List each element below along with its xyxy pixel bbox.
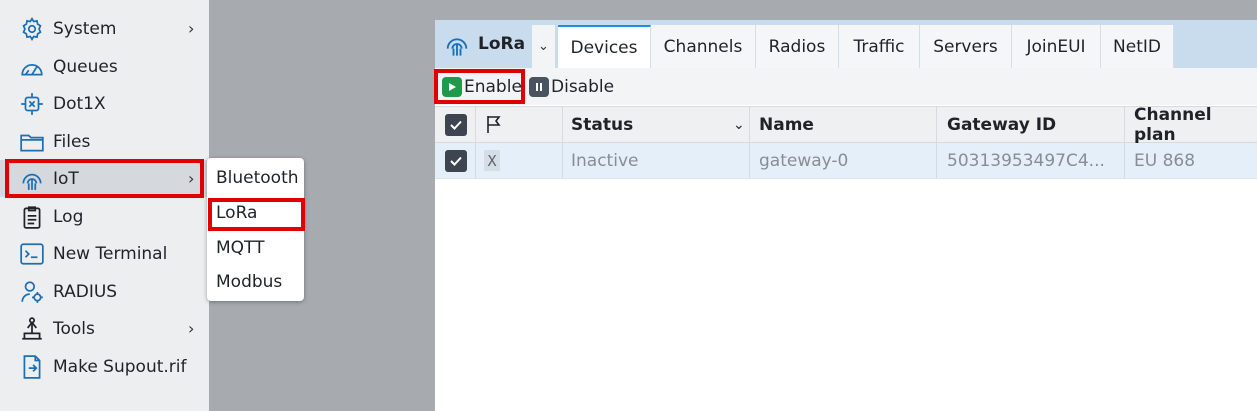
table-row[interactable]: X Inactive gateway-0 50313953497C4... EU…	[435, 143, 1257, 179]
column-separator	[936, 107, 937, 142]
sidebar-item-label: RADIUS	[53, 281, 118, 302]
submenu-item-modbus[interactable]: Modbus	[216, 272, 282, 292]
cell-status: Inactive	[571, 150, 639, 171]
cell-channel-plan: EU 868	[1134, 150, 1196, 171]
sidebar-item-iot[interactable]: IoT ›	[0, 160, 209, 197]
tab-label: NetID	[1113, 36, 1161, 57]
window-title-label: LoRa	[478, 34, 526, 54]
column-separator	[475, 143, 476, 178]
tab-label: Channels	[663, 36, 743, 57]
gauge-icon	[19, 54, 45, 80]
enable-label: Enable	[464, 77, 522, 97]
lora-window: LoRa ⌄ Devices Channels Radios Traffic S…	[435, 20, 1257, 411]
flag-icon	[484, 114, 504, 134]
column-header-name[interactable]: Name	[759, 107, 814, 142]
tab-bar: LoRa ⌄ Devices Channels Radios Traffic S…	[435, 20, 1257, 68]
sidebar-item-dot1x[interactable]: Dot1X	[0, 85, 209, 122]
submenu-item-lora[interactable]: LoRa	[216, 203, 257, 223]
tab-label: Traffic	[853, 36, 905, 57]
column-header-channel-plan[interactable]: Channel plan	[1134, 105, 1257, 145]
chevron-right-icon: ›	[188, 169, 195, 188]
submenu-item-bluetooth[interactable]: Bluetooth	[216, 168, 299, 188]
sidebar-item-label: Tools	[53, 318, 95, 339]
iot-submenu: Bluetooth LoRa MQTT Modbus	[207, 158, 304, 301]
column-header-status[interactable]: Status	[571, 107, 633, 142]
select-all-checkbox[interactable]	[445, 114, 467, 136]
tab-joineui[interactable]: JoinEUI	[1012, 25, 1101, 68]
sidebar-item-label: Files	[53, 131, 91, 152]
sidebar-item-log[interactable]: Log	[0, 198, 209, 235]
sidebar-item-system[interactable]: System ›	[0, 10, 209, 47]
file-arrow-icon	[19, 354, 45, 380]
sidebar-item-label: IoT	[53, 168, 79, 189]
sidebar-item-make-supout[interactable]: Make Supout.rif	[0, 348, 209, 385]
terminal-icon	[19, 241, 45, 267]
tab-channels[interactable]: Channels	[651, 25, 756, 68]
folder-icon	[19, 129, 45, 155]
sidebar-item-label: New Terminal	[53, 243, 168, 264]
column-separator	[749, 143, 750, 178]
column-separator	[936, 143, 937, 178]
clipboard-list-icon	[19, 204, 45, 230]
tab-servers[interactable]: Servers	[920, 25, 1012, 68]
check-icon	[450, 120, 462, 130]
tab-label: Devices	[570, 37, 638, 58]
sidebar-item-label: Queues	[53, 56, 118, 77]
iot-antenna-icon	[443, 30, 471, 58]
window-title: LoRa	[435, 20, 532, 68]
play-icon	[442, 77, 462, 97]
sidebar-item-queues[interactable]: Queues	[0, 48, 209, 85]
tools-icon	[19, 316, 45, 342]
column-separator	[1124, 143, 1125, 178]
submenu-item-mqtt[interactable]: MQTT	[216, 238, 265, 258]
sort-chevron-icon[interactable]: ⌄	[733, 107, 745, 142]
iot-antenna-icon	[19, 166, 45, 192]
tab-netid[interactable]: NetID	[1101, 25, 1174, 68]
sidebar-item-label: Dot1X	[53, 93, 106, 114]
sidebar-item-new-terminal[interactable]: New Terminal	[0, 235, 209, 272]
chevron-down-icon: ⌄	[538, 39, 549, 54]
sidebar-item-tools[interactable]: Tools ›	[0, 310, 209, 347]
tab-devices[interactable]: Devices	[558, 25, 651, 68]
enable-button[interactable]: Enable	[442, 76, 522, 98]
sidebar-item-radius[interactable]: RADIUS	[0, 273, 209, 310]
cell-gateway-id: 50313953497C4...	[947, 150, 1105, 171]
sidebar: System › Queues Dot1X Files IoT › Log Ne…	[0, 0, 209, 411]
column-separator	[1124, 107, 1125, 142]
window-menu-dropdown[interactable]: ⌄	[532, 25, 555, 68]
chevron-right-icon: ›	[188, 19, 195, 38]
column-separator	[562, 143, 563, 178]
pause-icon	[529, 77, 549, 97]
row-checkbox[interactable]	[445, 150, 467, 172]
tab-label: JoinEUI	[1026, 36, 1086, 57]
chevron-right-icon: ›	[188, 319, 195, 338]
column-separator	[749, 107, 750, 142]
sidebar-item-label: Log	[53, 206, 84, 227]
user-gear-icon	[19, 279, 45, 305]
column-separator	[562, 107, 563, 142]
tab-radios[interactable]: Radios	[756, 25, 839, 68]
table-header: Status ⌄ Name Gateway ID Channel plan	[435, 105, 1257, 145]
sidebar-item-files[interactable]: Files	[0, 123, 209, 160]
cell-name: gateway-0	[759, 150, 849, 171]
gear-icon	[19, 16, 45, 42]
tab-traffic[interactable]: Traffic	[839, 25, 920, 68]
network-x-icon	[19, 91, 45, 117]
tab-label: Radios	[768, 36, 826, 57]
disable-button[interactable]: Disable	[529, 76, 614, 98]
sidebar-item-label: System	[53, 18, 117, 39]
column-header-gateway-id[interactable]: Gateway ID	[947, 107, 1056, 142]
toolbar: Enable Disable	[435, 68, 1257, 105]
sidebar-item-label: Make Supout.rif	[53, 356, 187, 377]
column-separator	[475, 107, 476, 142]
check-icon	[450, 156, 462, 166]
flag-value: X	[484, 150, 500, 171]
disable-label: Disable	[551, 77, 615, 97]
tab-label: Servers	[933, 36, 998, 57]
